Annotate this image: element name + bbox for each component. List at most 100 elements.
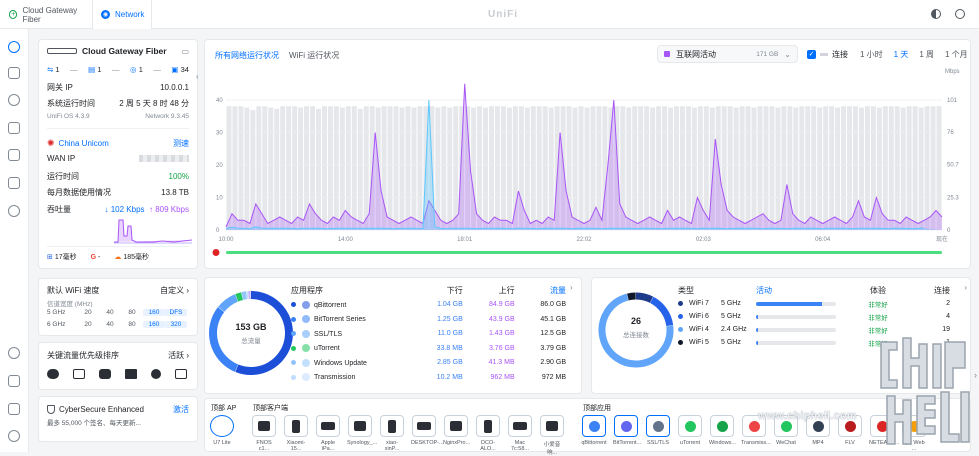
priority-active-link[interactable]: 活跃 › [168,350,189,361]
settings-gear-icon[interactable] [8,347,20,359]
top-ap-item[interactable]: U7 Lite [209,415,235,446]
top-client-item[interactable]: Mac 7c:58... [507,415,533,456]
top-client-item[interactable]: DCO-ALO... [475,415,501,456]
channel-width-option[interactable]: 20 [77,321,99,328]
channel-width-option[interactable]: 20 [77,309,99,316]
video-icon[interactable] [125,369,137,379]
channel-width-label: 信道宽度 (MHz) [47,298,93,308]
app-up: 962 MB [467,370,519,385]
tab-all-network-health[interactable]: 所有网络运行状况 [215,50,279,61]
app-color-dot [291,317,296,322]
tab-cloud-gateway[interactable]: + Cloud Gateway Fiber [0,0,92,29]
apps-column-header[interactable]: 流量 [519,283,570,298]
traffic-chart[interactable]: 010203040025.350.776101Mbps10:0014:0018:… [205,62,971,262]
theme-toggle-icon[interactable] [931,9,941,19]
client-device-icon [252,415,276,437]
clients-icon[interactable] [8,122,20,134]
connection-bar [441,106,446,230]
sparkline-series [114,220,192,242]
channel-width-option[interactable]: DFS [165,309,187,316]
app-row[interactable]: Windows Update2.85 GB41.3 MB2.90 GB [287,356,570,371]
tab-wifi-health[interactable]: WiFi 运行状况 [289,50,339,61]
monitor-icon[interactable] [73,369,85,379]
time-range-option[interactable]: 1 小时 [860,49,883,60]
admins-icon[interactable] [8,430,20,442]
activate-button[interactable]: 激活 [173,404,189,415]
top-app-item[interactable]: Windows... [709,415,735,452]
app-name: BitTorrent Series [314,316,366,323]
client-type-row[interactable]: WiFi 75 GHz非常好2 [678,297,963,310]
channel-width-option[interactable]: 160 [143,309,165,316]
connection-bar [907,106,912,230]
security-shield-icon[interactable] [8,205,20,217]
network-version[interactable]: Network 9.3.45 [145,113,189,120]
insights-icon[interactable] [8,177,20,189]
time-range-option[interactable]: 1 周 [919,49,934,60]
time-range-option[interactable]: 1 个月 [945,49,968,60]
logs-icon[interactable] [8,375,20,387]
channel-width-option[interactable]: 80 [121,321,143,328]
topology-icon[interactable] [8,67,20,79]
app-up: 43.9 GB [467,312,519,327]
client-type-row[interactable]: WiFi 65 GHz非常好4 [678,310,963,323]
tab-network[interactable]: ◉ Network [92,0,152,29]
custom-link[interactable]: 自定义 › [160,285,189,296]
top-client-item[interactable]: Xiaomi-15... [283,415,309,456]
game-icon[interactable] [99,369,111,379]
music-icon[interactable] [151,369,161,379]
app-row[interactable]: Transmission10.2 MB962 MB972 MB [287,370,570,385]
experience-value: 非常好 [846,312,910,322]
channel-width-option[interactable]: 160 [143,321,165,328]
chart-prev-icon[interactable]: ‹ [196,72,199,81]
app-row[interactable]: uTorrent33.8 MB3.76 GB3.79 GB [287,341,570,356]
top-app-item[interactable]: qBittorrent [581,415,607,452]
client-name: NginxPro... [443,440,470,446]
top-client-item[interactable]: DESKTOP-... [411,415,437,456]
dashboard-icon[interactable] [8,41,20,53]
app-logo-shape [813,421,824,432]
activity-select[interactable]: 互联网活动 171 GB ⌄ [657,45,798,63]
clients-column-header[interactable]: 活动 [756,285,846,296]
top-app-item[interactable]: uTorrent [677,415,703,452]
connection-bar [483,108,488,230]
tv-icon[interactable] [175,369,187,379]
channel-width-option[interactable]: 40 [99,309,121,316]
unifi-devices-icon[interactable] [8,94,20,106]
app-label: uTorrent [680,440,700,446]
google-icon: G [91,254,96,261]
app-row[interactable]: BitTorrent Series1.25 GB43.9 GB45.1 GB [287,312,570,327]
unifi-os-version[interactable]: UniFi OS 4.3.9 [47,113,90,120]
connection-toggle[interactable]: ✓ 连接 [807,49,848,60]
apps-next-icon[interactable]: › [570,283,573,292]
channel-width-option[interactable]: 80 [121,309,143,316]
uptime-label: 系统运行时间 [47,98,95,109]
channel-width-option[interactable]: 40 [99,321,121,328]
client-type-cell: WiFi 42.4 GHz [678,326,756,333]
app-row[interactable]: qBittorrent1.04 GB84.9 GB86.0 GB [287,298,570,313]
apps-grid-icon[interactable] [8,149,20,161]
time-range-option[interactable]: 1 天 [894,49,909,60]
top-app-item[interactable]: SSL/TLS [645,415,671,452]
top-client-item[interactable]: NginxPro... [443,415,469,456]
connection-bar [883,106,888,230]
device-settings-icon[interactable]: ▭ [181,47,189,56]
wechat-icon[interactable] [47,369,59,379]
user-avatar-icon[interactable] [955,9,965,19]
clients-next-icon[interactable]: › [964,283,967,292]
top-app-item[interactable]: BitTorrent... [613,415,639,452]
top-client-item[interactable]: FNOS c1... [251,415,277,456]
speedtest-button[interactable]: 测速 [173,138,189,149]
top-client-item[interactable]: xiao-xinP... [379,415,405,456]
scroll-right-icon[interactable]: › [974,370,977,380]
connection-bar [549,108,554,230]
top-client-item[interactable]: Apple iPa... [315,415,341,456]
top-client-item[interactable]: 小爱音响... [539,415,565,456]
connection-bar [841,106,846,230]
alerts-icon[interactable] [8,403,20,415]
top-client-item[interactable]: Synology_... [347,415,373,456]
device-name[interactable]: Cloud Gateway Fiber [82,46,167,56]
channel-width-option[interactable]: 320 [165,321,187,328]
app-color-dot [291,375,296,380]
app-label: MP4 [812,440,823,446]
app-row[interactable]: SSL/TLS11.0 GB1.43 GB12.5 GB [287,327,570,342]
